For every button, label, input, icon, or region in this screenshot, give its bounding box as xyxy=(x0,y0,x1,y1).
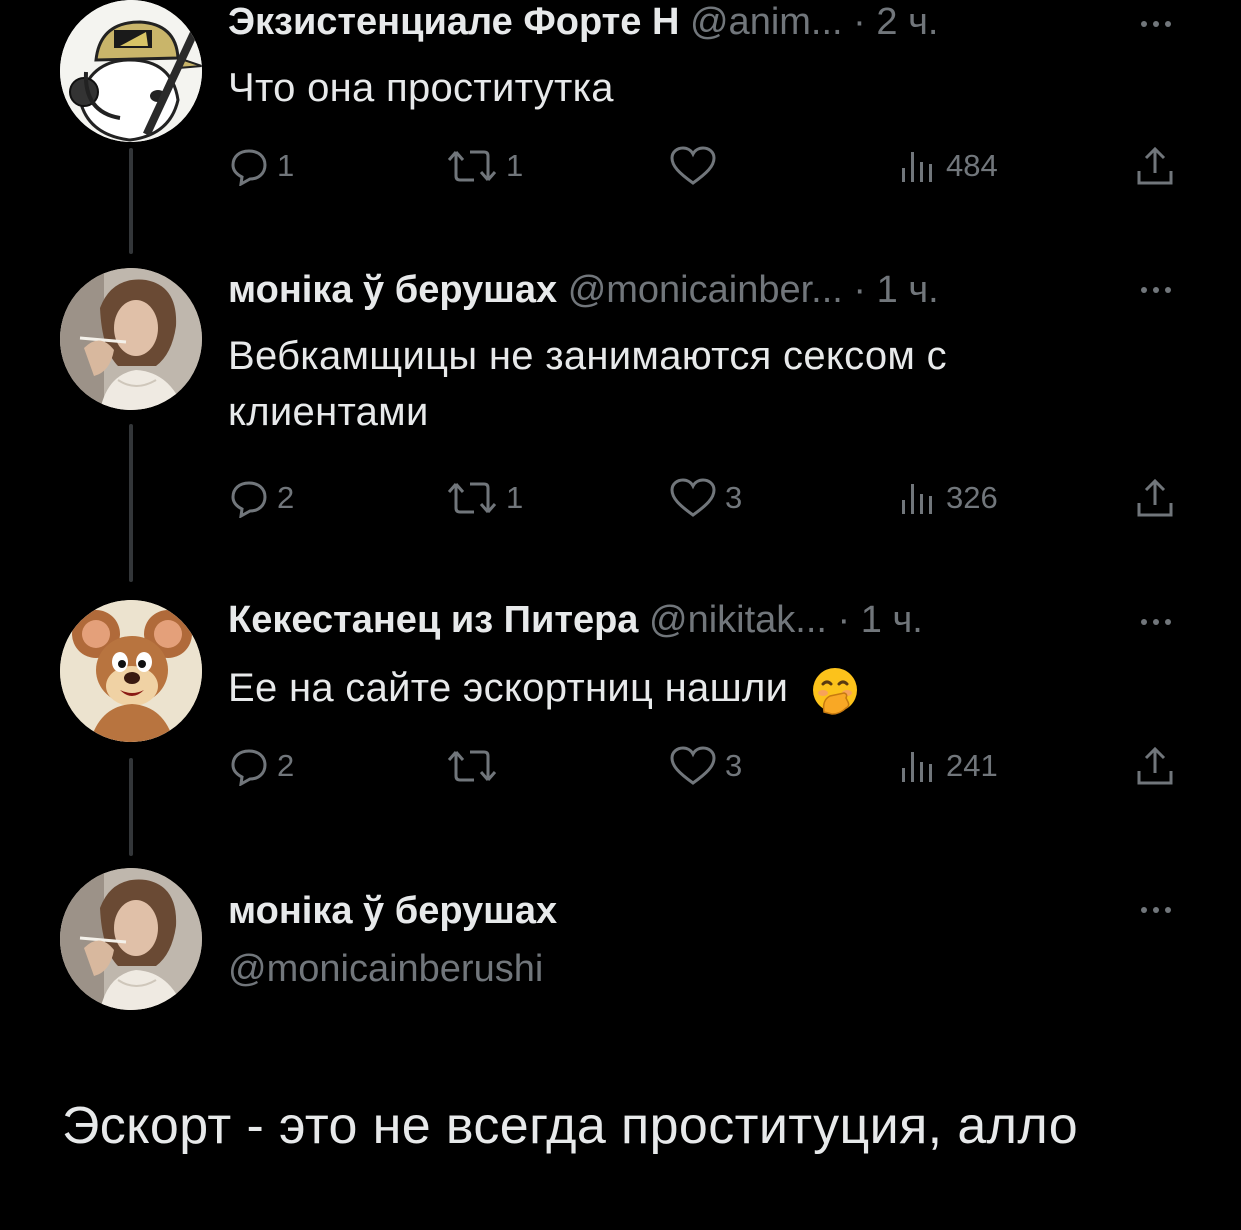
avatar[interactable] xyxy=(60,268,202,410)
view-count: 484 xyxy=(946,148,998,183)
heart-icon xyxy=(670,146,716,185)
reply-icon xyxy=(231,149,267,186)
avatar[interactable] xyxy=(60,600,202,742)
views-icon xyxy=(902,484,932,514)
reply-button[interactable]: 1 xyxy=(229,144,294,188)
views-button[interactable]: 241 xyxy=(898,744,998,788)
views-icon xyxy=(902,752,932,782)
more-icon xyxy=(1141,619,1171,625)
retweet-icon xyxy=(447,150,497,182)
share-icon xyxy=(1137,478,1173,517)
heart-icon xyxy=(670,478,716,517)
view-count: 326 xyxy=(946,480,998,515)
timestamp[interactable]: 1 ч. xyxy=(861,599,923,641)
reply-count: 2 xyxy=(277,748,295,783)
more-options-button[interactable] xyxy=(1134,280,1178,300)
share-button[interactable] xyxy=(1134,476,1176,520)
timestamp[interactable]: 2 ч. xyxy=(876,1,938,43)
author-handle[interactable]: @anim... xyxy=(690,1,843,43)
hand-over-mouth-emoji xyxy=(810,666,858,716)
author-name[interactable]: моніка ў берушах xyxy=(228,890,557,932)
separator: · xyxy=(853,269,867,311)
reply-button[interactable]: 2 xyxy=(229,744,294,788)
reply-icon xyxy=(231,749,267,786)
reply-text-content: Ее на сайте эскортниц нашли xyxy=(228,666,789,710)
separator: · xyxy=(853,1,866,43)
views-button[interactable]: 484 xyxy=(898,144,998,188)
jerry-mouse-cartoon-avatar-icon xyxy=(60,600,202,742)
more-icon xyxy=(1141,287,1171,293)
heart-icon xyxy=(670,746,716,785)
share-icon xyxy=(1137,146,1173,185)
main-tweet-text: Эскорт - это не всегда проституция, алло xyxy=(62,1097,1079,1155)
views-button[interactable]: 326 xyxy=(898,476,998,520)
retweet-button[interactable] xyxy=(446,744,506,788)
share-button[interactable] xyxy=(1134,744,1176,788)
author-handle[interactable]: @monicainberushi xyxy=(228,946,543,992)
author-handle[interactable]: @nikitak... xyxy=(649,599,827,641)
views-icon xyxy=(902,152,932,182)
thread-line xyxy=(129,424,133,582)
more-icon xyxy=(1141,21,1171,27)
more-options-button[interactable] xyxy=(1134,14,1178,34)
reply-header: Экзистенциале Форте Н @anim... · 2 ч. xyxy=(228,0,938,45)
thread-line xyxy=(129,758,133,856)
reply-text-line: Вебкамщицы не занимаются сексом с xyxy=(228,334,947,378)
woman-smoking-photo-avatar-icon xyxy=(60,268,202,410)
more-options-button[interactable] xyxy=(1134,612,1178,632)
thread-line xyxy=(129,148,133,254)
retweet-count: 1 xyxy=(506,148,524,183)
avatar[interactable] xyxy=(60,0,202,142)
more-icon xyxy=(1141,907,1171,913)
retweet-icon xyxy=(447,750,497,782)
view-count: 241 xyxy=(946,748,998,783)
main-tweet-header: моніка ў берушах xyxy=(228,888,557,934)
author-name[interactable]: Кекестанец из Питера xyxy=(228,599,638,641)
reply-text: Ее на сайте эскортниц нашли xyxy=(228,660,858,716)
hand-over-mouth-emoji-icon xyxy=(812,668,857,716)
reply-icon xyxy=(231,481,267,518)
retweet-icon xyxy=(447,482,497,514)
reply-count: 1 xyxy=(277,148,295,183)
share-button[interactable] xyxy=(1134,144,1176,188)
retweet-count: 1 xyxy=(506,480,524,515)
more-options-button[interactable] xyxy=(1134,900,1178,920)
cartoon-dog-cap-headset-avatar-icon xyxy=(60,0,202,142)
avatar[interactable] xyxy=(60,868,202,1010)
separator: · xyxy=(837,599,851,641)
like-button[interactable]: 3 xyxy=(669,476,742,520)
author-name[interactable]: Экзистенциале Форте Н xyxy=(228,1,679,43)
author-name[interactable]: моніка ў берушах xyxy=(228,269,557,311)
retweet-button[interactable]: 1 xyxy=(446,476,523,520)
reply-header: Кекестанец из Питера @nikitak... · 1 ч. xyxy=(228,597,923,643)
reply-header: моніка ў берушах @monicainber... · 1 ч. xyxy=(228,267,939,313)
woman-smoking-photo-avatar-icon xyxy=(60,868,202,1010)
like-button[interactable] xyxy=(669,144,725,188)
like-count: 3 xyxy=(725,480,743,515)
reply-text: Вебкамщицы не занимаются сексом с клиент… xyxy=(228,328,947,440)
author-handle[interactable]: @monicainber... xyxy=(568,269,843,311)
reply-text-line: клиентами xyxy=(228,390,429,434)
share-icon xyxy=(1137,746,1173,785)
reply-text: Что она проститутка xyxy=(228,66,614,110)
reply-button[interactable]: 2 xyxy=(229,476,294,520)
retweet-button[interactable]: 1 xyxy=(446,144,523,188)
timestamp[interactable]: 1 ч. xyxy=(877,269,939,311)
like-count: 3 xyxy=(725,748,743,783)
reply-count: 2 xyxy=(277,480,295,515)
like-button[interactable]: 3 xyxy=(669,744,742,788)
